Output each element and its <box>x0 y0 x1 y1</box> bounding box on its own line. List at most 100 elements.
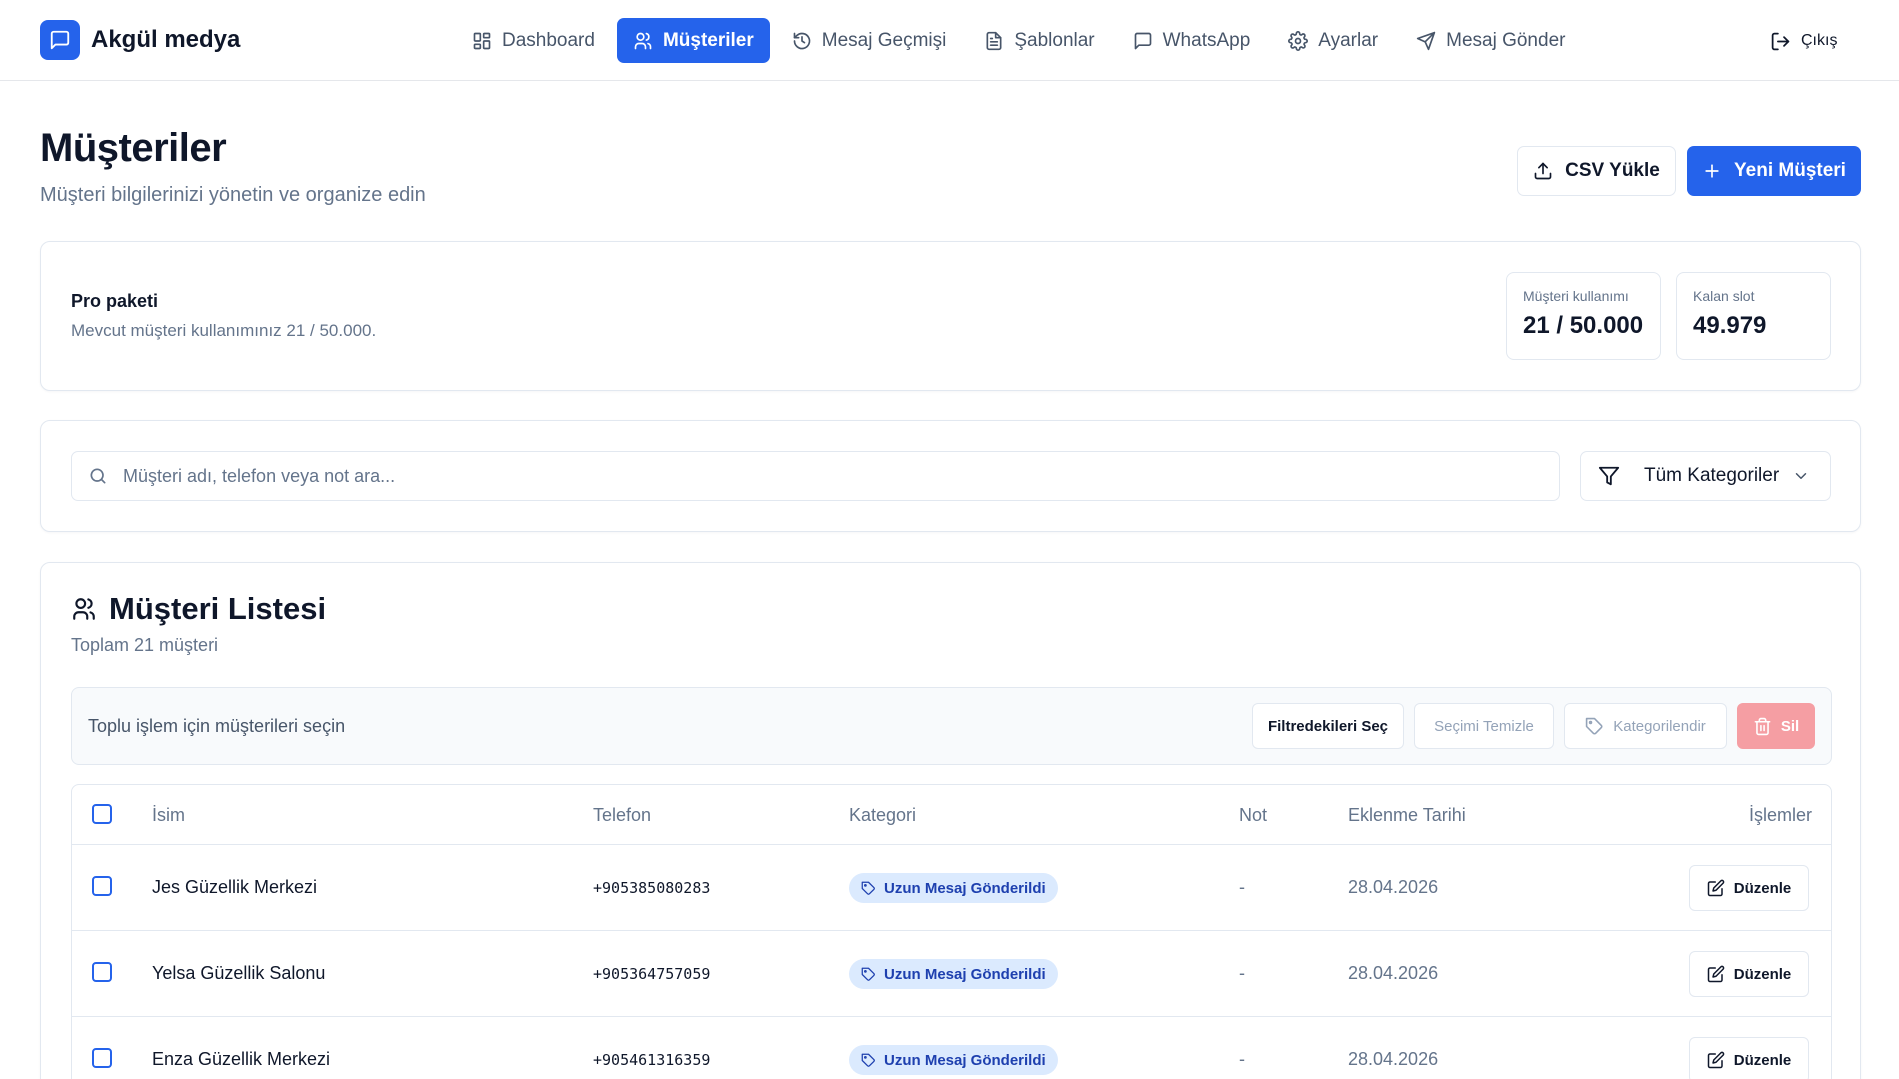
logout-button[interactable]: Çıkış <box>1770 24 1837 58</box>
bulk-action-text: Toplu işlem için müşterileri seçin <box>88 716 346 736</box>
nav-item-send-message[interactable]: Mesaj Gönder <box>1400 18 1581 63</box>
usage-label: Müşteri kullanımı <box>1523 288 1629 304</box>
delete-label: Sil <box>1780 717 1800 735</box>
edit-label: Düzenle <box>1733 1051 1792 1069</box>
remaining-stat: Kalan slot 49.979 <box>1676 272 1831 360</box>
new-customer-button[interactable]: Yeni Müşteri <box>1687 146 1861 196</box>
edit-label: Düzenle <box>1733 965 1792 983</box>
list-heading: Müşteri Listesi <box>71 591 326 627</box>
remaining-label: Kalan slot <box>1693 288 1755 304</box>
edit-icon <box>1707 879 1725 897</box>
new-customer-label: Yeni Müşteri <box>1734 160 1846 181</box>
category-badge: Uzun Mesaj Gönderildi <box>849 959 1058 989</box>
category-badge: Uzun Mesaj Gönderildi <box>849 873 1058 903</box>
plan-card: Pro paketi Mevcut müşteri kullanımınız 2… <box>40 241 1861 391</box>
nav-item-customers[interactable]: Müşteriler <box>616 18 770 63</box>
send-icon <box>1416 31 1436 50</box>
nav-label: Dashboard <box>502 29 595 51</box>
delete-button[interactable]: Sil <box>1737 703 1815 749</box>
brand-name: Akgül medya <box>91 26 241 53</box>
plan-title: Pro paketi <box>71 291 159 311</box>
customer-date: 28.04.2026 <box>1348 963 1439 983</box>
nav-label: Şablonlar <box>1014 29 1095 51</box>
row-checkbox[interactable] <box>92 1048 112 1068</box>
tag-icon <box>861 881 875 895</box>
usage-value: 21 / 50.000 <box>1523 312 1644 339</box>
users-icon <box>634 32 652 49</box>
edit-button[interactable]: Düzenle <box>1689 951 1809 997</box>
filter-icon <box>1598 466 1620 486</box>
tag-icon <box>861 1053 875 1067</box>
nav-item-message-history[interactable]: Mesaj Geçmişi <box>776 18 963 63</box>
search-card: Tüm Kategoriler <box>40 420 1861 532</box>
brand[interactable]: Akgül medya <box>40 20 240 60</box>
file-text-icon <box>986 31 1002 50</box>
customer-name: Enza Güzellik Merkezi <box>152 1049 331 1069</box>
log-out-icon <box>1771 32 1790 50</box>
usage-stat: Müşteri kullanımı 21 / 50.000 <box>1506 272 1661 360</box>
edit-button[interactable]: Düzenle <box>1689 1037 1809 1079</box>
customer-date: 28.04.2026 <box>1348 1049 1439 1069</box>
logout-label: Çıkış <box>1801 32 1838 49</box>
column-header-date[interactable]: Eklenme Tarihi <box>1348 805 1466 826</box>
nav-label: Ayarlar <box>1318 29 1379 51</box>
chat-logo-icon <box>40 20 80 60</box>
column-header-note[interactable]: Not <box>1239 805 1267 826</box>
categorize-button[interactable]: Kategorilendir <box>1564 703 1727 749</box>
table-row: Enza Güzellik Merkezi +905461316359 Uzun… <box>72 1017 1831 1079</box>
remaining-value: 49.979 <box>1693 312 1767 339</box>
nav-label: Mesaj Geçmişi <box>821 29 947 51</box>
customer-name: Jes Güzellik Merkezi <box>152 877 318 897</box>
app-page: Akgül medya Dashboard Müşteriler Mesaj G… <box>0 0 1899 1079</box>
customer-note: - <box>1239 877 1245 897</box>
column-header-name[interactable]: İsim <box>152 805 185 826</box>
chevron-down-icon <box>1795 473 1807 479</box>
nav-item-dashboard[interactable]: Dashboard <box>456 18 611 63</box>
category-select[interactable]: Tüm Kategoriler <box>1580 451 1831 501</box>
select-all-checkbox[interactable] <box>92 804 112 824</box>
clear-selection-label: Seçimi Temizle <box>1434 717 1534 735</box>
nav-item-whatsapp[interactable]: WhatsApp <box>1117 18 1267 63</box>
plus-icon <box>1705 164 1719 178</box>
customer-table: İsim Telefon Kategori Not Eklenme Tarihi… <box>71 784 1832 1079</box>
customer-note: - <box>1239 1049 1245 1069</box>
search-input[interactable] <box>72 452 1559 500</box>
edit-icon <box>1707 1051 1725 1069</box>
edit-button[interactable]: Düzenle <box>1689 865 1809 911</box>
trash-icon <box>1754 717 1771 735</box>
edit-icon <box>1707 965 1725 983</box>
nav-item-settings[interactable]: Ayarlar <box>1272 18 1394 63</box>
bulk-action-bar: Toplu işlem için müşterileri seçin Filtr… <box>71 687 1832 765</box>
table-row: Yelsa Güzellik Salonu +905364757059 Uzun… <box>72 931 1831 1017</box>
page-subtitle: Müşteri bilgilerinizi yönetin ve organiz… <box>40 184 426 206</box>
upload-icon <box>1534 162 1552 180</box>
csv-upload-label: CSV Yükle <box>1565 160 1660 181</box>
history-icon <box>793 32 811 49</box>
clear-selection-button[interactable]: Seçimi Temizle <box>1414 703 1554 749</box>
select-filtered-button[interactable]: Filtredekileri Seç <box>1252 703 1404 749</box>
nav-label: Mesaj Gönder <box>1446 29 1566 51</box>
column-header-phone[interactable]: Telefon <box>593 805 651 826</box>
select-filtered-label: Filtredekileri Seç <box>1267 717 1389 735</box>
customer-phone: +905364757059 <box>593 965 711 983</box>
category-badge-label: Uzun Mesaj Gönderildi <box>884 1051 1046 1069</box>
row-checkbox[interactable] <box>92 876 112 896</box>
nav-label: Müşteriler <box>662 29 754 51</box>
csv-upload-button[interactable]: CSV Yükle <box>1517 146 1676 196</box>
search-icon <box>90 468 106 484</box>
column-header-category[interactable]: Kategori <box>849 805 916 826</box>
list-count: Toplam 21 müşteri <box>71 635 219 655</box>
main-nav: Dashboard Müşteriler Mesaj Geçmişi Şablo… <box>456 18 1581 63</box>
table-row: Jes Güzellik Merkezi +905385080283 Uzun … <box>72 845 1831 931</box>
list-title: Müşteri Listesi <box>109 591 327 626</box>
tag-icon <box>861 967 875 981</box>
tag-icon <box>1586 717 1603 735</box>
edit-label: Düzenle <box>1733 879 1792 897</box>
table-header: İsim Telefon Kategori Not Eklenme Tarihi… <box>72 785 1831 845</box>
users-icon <box>73 598 95 620</box>
customer-date: 28.04.2026 <box>1348 877 1439 897</box>
nav-item-templates[interactable]: Şablonlar <box>968 18 1110 63</box>
row-checkbox[interactable] <box>92 962 112 982</box>
category-badge: Uzun Mesaj Gönderildi <box>849 1045 1058 1075</box>
customer-name: Yelsa Güzellik Salonu <box>152 963 326 983</box>
